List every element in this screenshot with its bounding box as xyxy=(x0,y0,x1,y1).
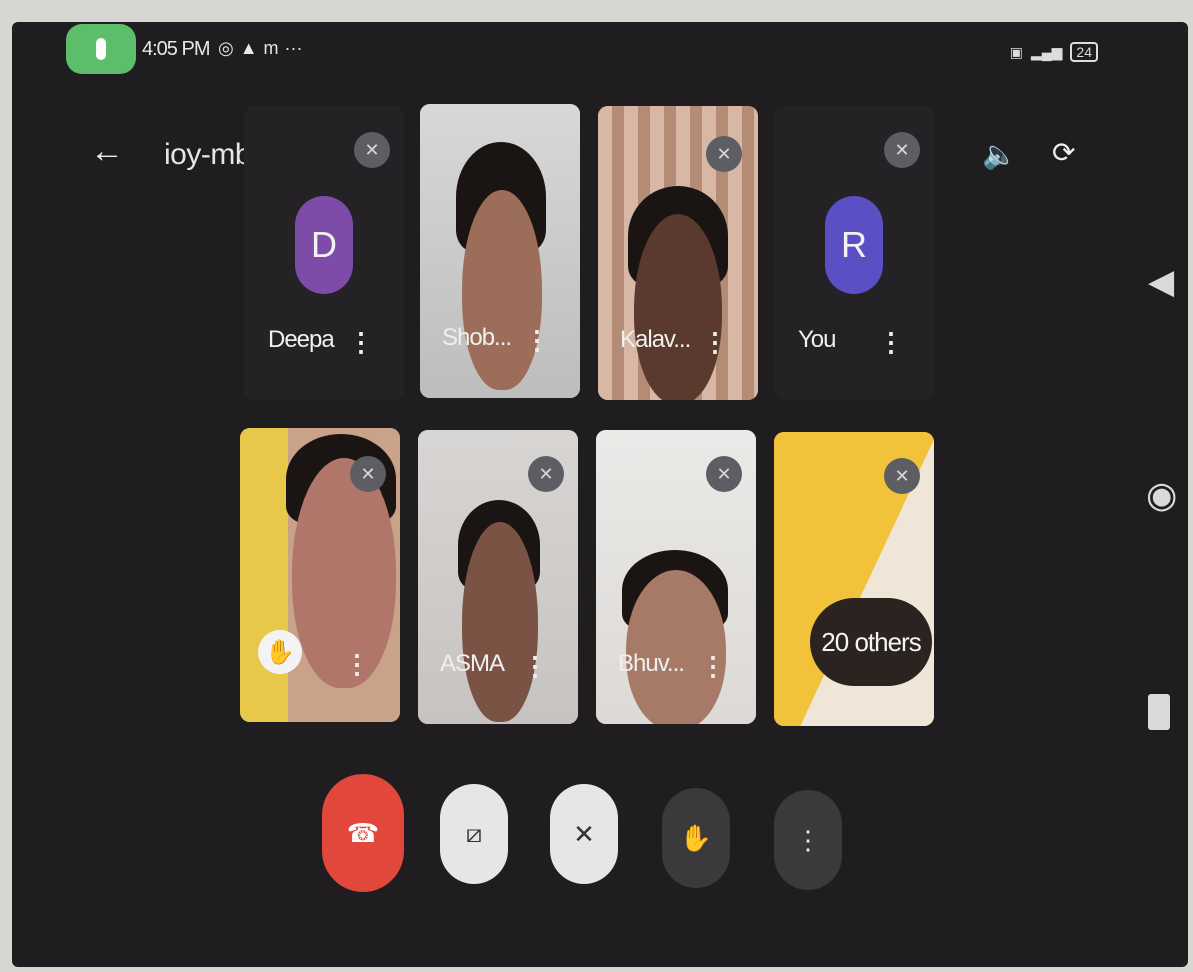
end-call-button[interactable]: ☎ xyxy=(322,774,404,892)
video-feed xyxy=(462,190,542,390)
status-bar: 4:05 PM ◎ ▲ m ··· ▣ ▂▄▆ 24 xyxy=(12,22,1188,80)
more-options-button[interactable]: ⋮ xyxy=(774,790,842,890)
status-icons: ◎ ▲ m ··· xyxy=(218,38,303,59)
participant-tile-shob[interactable]: Shob... ⋮ xyxy=(420,104,580,398)
more-dots-icon: ··· xyxy=(284,38,303,58)
phone-hangup-icon: ☎ xyxy=(346,817,380,848)
mic-toggle-button[interactable]: ✕ xyxy=(550,784,618,884)
nav-recents-icon[interactable] xyxy=(1148,694,1170,730)
video-feed xyxy=(462,522,538,722)
participant-menu-icon[interactable]: ⋮ xyxy=(702,327,728,358)
participant-tile-kalav[interactable]: ✕ Kalav... ⋮ xyxy=(598,106,758,400)
mic-muted-icon: ✕ xyxy=(350,456,386,492)
nav-home-icon[interactable]: ◉ xyxy=(1146,474,1177,516)
participant-tile-hand-raised[interactable]: ✕ ✋ ⋮ xyxy=(240,428,400,722)
participant-menu-icon[interactable]: ⋮ xyxy=(522,651,548,682)
participant-name: Shob... xyxy=(442,324,512,351)
participant-menu-icon[interactable]: ⋮ xyxy=(878,327,904,358)
avatar: R xyxy=(825,196,883,294)
back-arrow-icon[interactable]: ← xyxy=(90,132,124,171)
participant-name: Deepa xyxy=(268,326,335,353)
participant-tile-bhuv[interactable]: ✕ Bhuv... ⋮ xyxy=(596,430,756,724)
participant-name: ASMA xyxy=(440,650,505,677)
participant-tile-others[interactable]: ✕ 20 others xyxy=(774,432,934,726)
mic-off-icon: ✕ xyxy=(573,818,595,849)
others-count-badge[interactable]: 20 others xyxy=(810,598,932,686)
participant-menu-icon[interactable]: ⋮ xyxy=(700,651,726,682)
whatsapp-icon: ◎ xyxy=(218,38,234,58)
camera-toggle-button[interactable]: ⧄ xyxy=(440,784,508,884)
participant-tile-asma[interactable]: ✕ ASMA ⋮ xyxy=(418,430,578,724)
video-feed xyxy=(626,570,726,724)
avatar: D xyxy=(295,196,353,294)
nav-back-icon[interactable]: ◀ xyxy=(1148,262,1174,302)
speaker-icon[interactable]: 🔈 xyxy=(982,138,1017,171)
battery-level: 24 xyxy=(1070,42,1098,62)
participant-menu-icon[interactable]: ⋮ xyxy=(348,327,374,358)
drive-icon: ▲ xyxy=(239,38,258,58)
hand-icon: ✋ xyxy=(679,822,713,853)
participant-name: You xyxy=(798,326,836,353)
mic-muted-icon: ✕ xyxy=(884,458,920,494)
sim-icon: ▣ xyxy=(1009,43,1023,60)
more-vert-icon: ⋮ xyxy=(795,824,821,855)
m-icon: m xyxy=(263,38,279,58)
meet-screen: 4:05 PM ◎ ▲ m ··· ▣ ▂▄▆ 24 ← ioy-mbzy-dj… xyxy=(12,22,1188,967)
status-time: 4:05 PM xyxy=(142,38,210,60)
flip-camera-icon[interactable]: ⟳ xyxy=(1052,136,1075,169)
participant-name: Bhuv... xyxy=(618,650,685,677)
participant-menu-icon[interactable]: ⋮ xyxy=(524,325,550,356)
mic-muted-icon: ✕ xyxy=(528,456,564,492)
active-call-pill[interactable] xyxy=(66,24,136,74)
participant-tile-deepa[interactable]: ✕ D Deepa ⋮ xyxy=(244,106,404,400)
signal-icon: ▂▄▆ xyxy=(1030,43,1063,60)
mic-icon xyxy=(96,38,106,60)
raised-hand-icon: ✋ xyxy=(258,630,302,674)
camera-off-icon: ⧄ xyxy=(465,818,483,848)
mic-muted-icon: ✕ xyxy=(706,136,742,172)
system-indicators: ▣ ▂▄▆ 24 xyxy=(1010,42,1098,62)
mic-muted-icon: ✕ xyxy=(884,132,920,168)
mic-muted-icon: ✕ xyxy=(706,456,742,492)
raise-hand-button[interactable]: ✋ xyxy=(662,788,730,888)
mic-muted-icon: ✕ xyxy=(354,132,390,168)
participant-name: Kalav... xyxy=(620,326,691,353)
participant-menu-icon[interactable]: ⋮ xyxy=(344,649,370,680)
participant-tile-you[interactable]: ✕ R You ⋮ xyxy=(774,106,934,400)
video-feed xyxy=(634,214,722,400)
